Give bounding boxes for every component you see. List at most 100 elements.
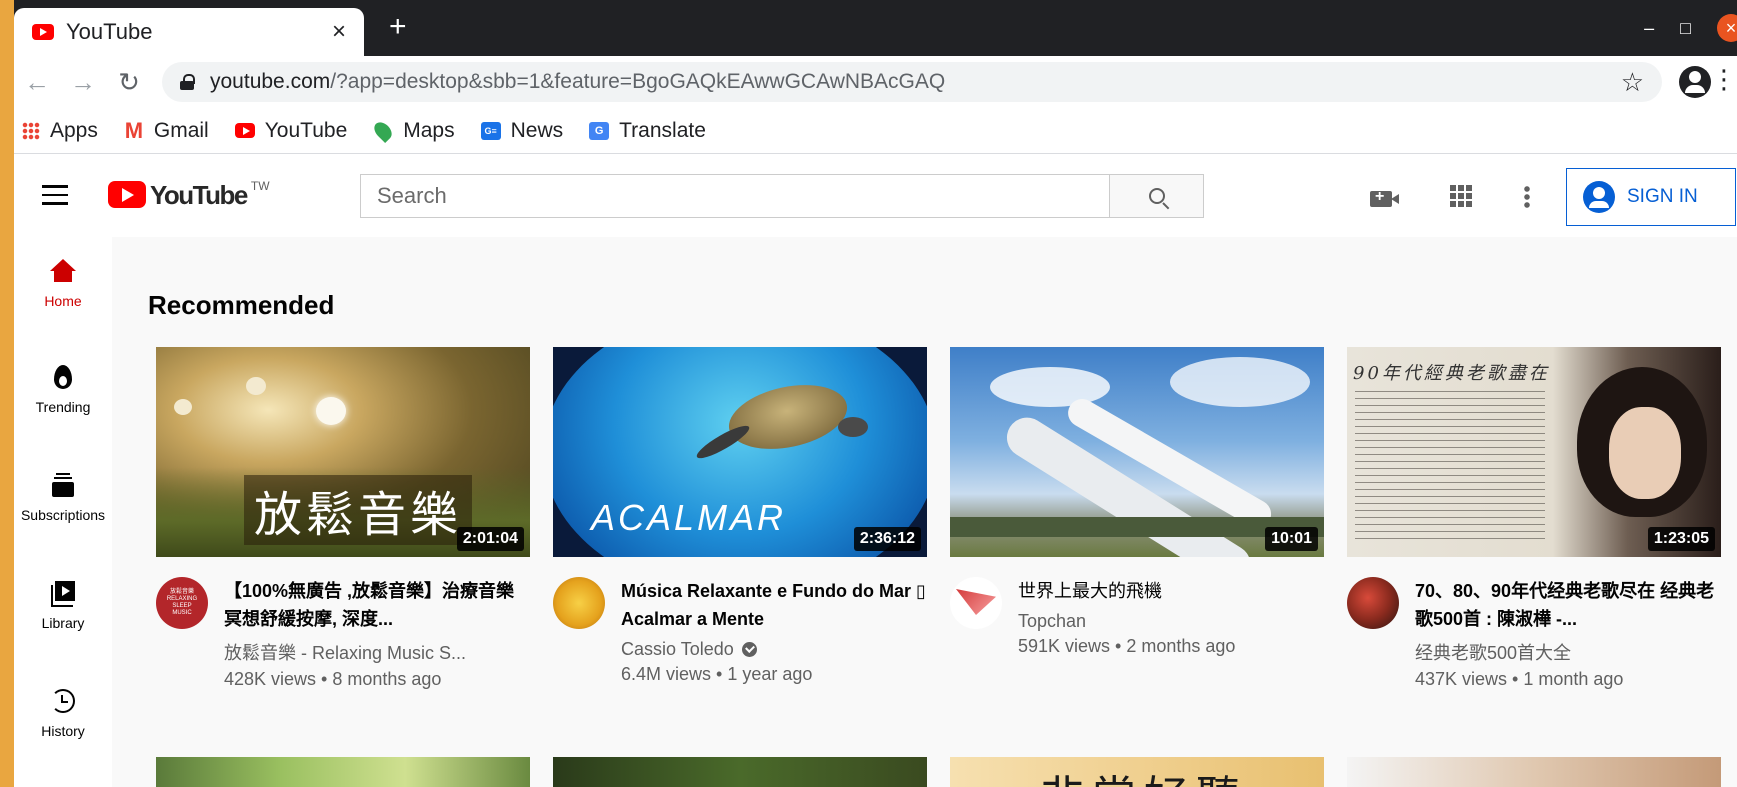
news-icon: G≡ [480,121,501,140]
video-meta: 70、80、90年代经典老歌尽在 经典老歌500首 : 陳淑樺 -... 经典老… [1415,577,1721,690]
sidebar-label: Library [41,615,85,631]
video-channel[interactable]: 放鬆音樂 - Relaxing Music S... [224,639,530,665]
browser-menu-icon[interactable]: ⋮ [1711,64,1737,95]
translate-icon: G [589,121,610,140]
bookmark-label: YouTube [264,118,348,142]
video-channel[interactable]: 经典老歌500首大全 [1415,639,1721,665]
sidebar-item-trending[interactable]: Trending [14,343,112,433]
video-info: 放鬆音樂 RELAXING SLEEP MUSIC 【100%無廣告 ,放鬆音樂… [156,577,530,690]
video-duration: 1:23:05 [1647,527,1715,551]
sidebar-item-history[interactable]: History [14,667,112,757]
section-title: Recommended [148,290,335,320]
sidebar-item-library[interactable]: Library [14,559,112,649]
video-thumbnail[interactable]: 90年代經典老歌盡在 1:23:05 [1347,347,1721,557]
trending-icon [54,365,72,389]
video-thumbnail-partial[interactable] [156,757,530,787]
sidebar: Home Trending Subscriptions Library Hist… [14,237,112,787]
bookmark-news[interactable]: G≡ News [480,119,563,143]
bookmark-translate[interactable]: G Translate [589,119,706,143]
video-thumbnail[interactable]: ACALMAR 2:36:12 [553,347,927,557]
youtube-play-icon [108,181,146,208]
search-icon [1148,188,1165,204]
url-path: /?app=desktop&sbb=1&feature=BgoGAQkEAwwG… [330,70,946,93]
bookmark-maps[interactable]: Maps [371,118,455,143]
sidebar-item-subscriptions[interactable]: Subscriptions [14,451,112,541]
tab-youtube[interactable]: YouTube × [14,8,364,56]
video-stats: 437K views • 1 month ago [1415,669,1624,689]
window-controls: – □ × [1644,14,1737,42]
bookmark-youtube[interactable]: YouTube [234,118,348,143]
main-content: Recommended 放鬆音樂 2:01:04 放鬆音樂 RELAXING S… [112,237,1737,787]
url-text[interactable]: youtube.com/?app=desktop&sbb=1&feature=B… [210,70,1621,94]
new-tab-button[interactable]: + [389,10,407,44]
video-title[interactable]: 70、80、90年代经典老歌尽在 经典老歌500首 : 陳淑樺 -... [1415,577,1721,633]
maximize-icon[interactable]: □ [1680,18,1691,39]
back-arrow-icon[interactable]: ← [14,67,60,98]
profile-icon[interactable] [1679,66,1711,98]
search-button[interactable] [1109,175,1203,217]
channel-name: 放鬆音樂 - Relaxing Music S... [224,643,467,663]
sidebar-label: Home [44,293,82,309]
search-input[interactable] [361,175,1109,217]
video-title[interactable]: 【100%無廣告 ,放鬆音樂】治療音樂冥想舒緩按摩, 深度... [224,577,530,633]
bookmark-apps[interactable]: Apps [22,119,98,143]
video-thumbnail[interactable]: 放鬆音樂 2:01:04 [156,347,530,557]
thumbnail-text: 非常好聽 [1040,761,1248,787]
youtube-header: YouTube TW SIGN IN [14,155,1737,237]
video-card[interactable]: 90年代經典老歌盡在 1:23:05 70、80、90年代经典老歌尽在 经典老歌… [1347,347,1721,690]
create-video-icon[interactable] [1370,188,1399,207]
video-meta: Música Relaxante e Fundo do Mar ▯ Acalma… [621,577,927,685]
video-thumbnail[interactable]: 10:01 [950,347,1324,557]
settings-more-icon[interactable] [1524,185,1530,209]
video-card[interactable]: 10:01 世界上最大的飛機 Topchan 591K views • 2 mo… [950,347,1324,657]
video-channel[interactable]: Topchan [1018,611,1324,632]
window-close-icon[interactable]: × [1717,14,1737,42]
video-meta: 【100%無廣告 ,放鬆音樂】治療音樂冥想舒緩按摩, 深度... 放鬆音樂 - … [224,577,530,690]
bookmark-star-icon[interactable]: ☆ [1621,67,1644,98]
channel-avatar[interactable] [553,577,605,629]
lock-icon[interactable] [180,74,195,90]
gmail-icon: M [124,117,144,143]
sidebar-label: Subscriptions [20,507,106,523]
channel-avatar[interactable] [1347,577,1399,629]
maps-icon [371,118,396,143]
video-stats: 591K views • 2 months ago [1018,636,1236,656]
video-stats: 6.4M views • 1 year ago [621,664,813,684]
bookmark-label: Gmail [153,118,209,142]
menu-hamburger-icon[interactable] [42,185,68,205]
video-thumbnail-partial[interactable]: 非常好聽 [950,757,1324,787]
tab-title: YouTube [66,19,153,44]
channel-avatar[interactable]: 放鬆音樂 RELAXING SLEEP MUSIC [156,577,208,629]
video-title[interactable]: 世界上最大的飛機 [1018,577,1324,605]
youtube-page: YouTube TW SIGN IN Home [14,155,1737,787]
video-thumbnail-partial[interactable] [1347,757,1721,787]
video-meta: 世界上最大的飛機 Topchan 591K views • 2 months a… [1018,577,1324,657]
tab-close-icon[interactable]: × [332,18,346,46]
channel-avatar[interactable] [950,577,1002,629]
thumbnail-text: 90年代經典老歌盡在 [1353,363,1550,384]
video-thumbnail-partial[interactable] [553,757,927,787]
video-duration: 2:01:04 [456,527,524,551]
home-icon [50,259,76,283]
reload-icon[interactable]: ↻ [106,67,152,98]
channel-name: Topchan [1018,611,1087,631]
video-card[interactable]: 放鬆音樂 2:01:04 放鬆音樂 RELAXING SLEEP MUSIC 【… [156,347,530,690]
sign-in-button[interactable]: SIGN IN [1566,168,1736,226]
bookmark-label: Maps [403,118,455,142]
subscriptions-icon [52,473,74,497]
sidebar-item-home[interactable]: Home [14,237,112,327]
logo-region: TW [250,179,270,193]
bookmark-label: Translate [619,118,706,142]
library-icon [51,581,75,607]
history-icon [51,689,75,713]
forward-arrow-icon[interactable]: → [60,67,106,98]
bookmark-gmail[interactable]: M Gmail [124,117,209,143]
video-card[interactable]: ACALMAR 2:36:12 Música Relaxante e Fundo… [553,347,927,685]
video-channel[interactable]: Cassio Toledo [621,639,927,660]
address-bar[interactable]: youtube.com/?app=desktop&sbb=1&feature=B… [162,62,1662,102]
youtube-apps-icon[interactable] [1450,185,1472,207]
video-title[interactable]: Música Relaxante e Fundo do Mar ▯ Acalma… [621,577,927,633]
minimize-icon[interactable]: – [1644,18,1654,39]
thumbnail-text: 放鬆音樂 [244,475,473,545]
youtube-logo[interactable]: YouTube TW [108,179,270,209]
